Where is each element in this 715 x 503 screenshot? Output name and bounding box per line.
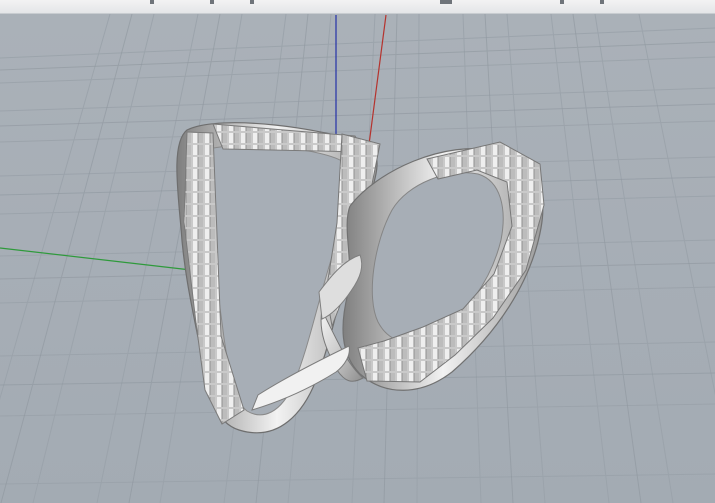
rhino-app <box>0 0 715 503</box>
title-bar-tick <box>150 0 154 4</box>
viewport-title-bar[interactable] <box>0 0 715 14</box>
title-bar-tick <box>440 0 452 4</box>
title-bar-tick <box>560 0 564 4</box>
title-bar-tick <box>600 0 604 4</box>
title-bar-tick <box>250 0 254 4</box>
ring-model-icon[interactable] <box>176 122 545 434</box>
viewport-scene[interactable] <box>0 0 715 503</box>
title-bar-tick <box>210 0 214 4</box>
